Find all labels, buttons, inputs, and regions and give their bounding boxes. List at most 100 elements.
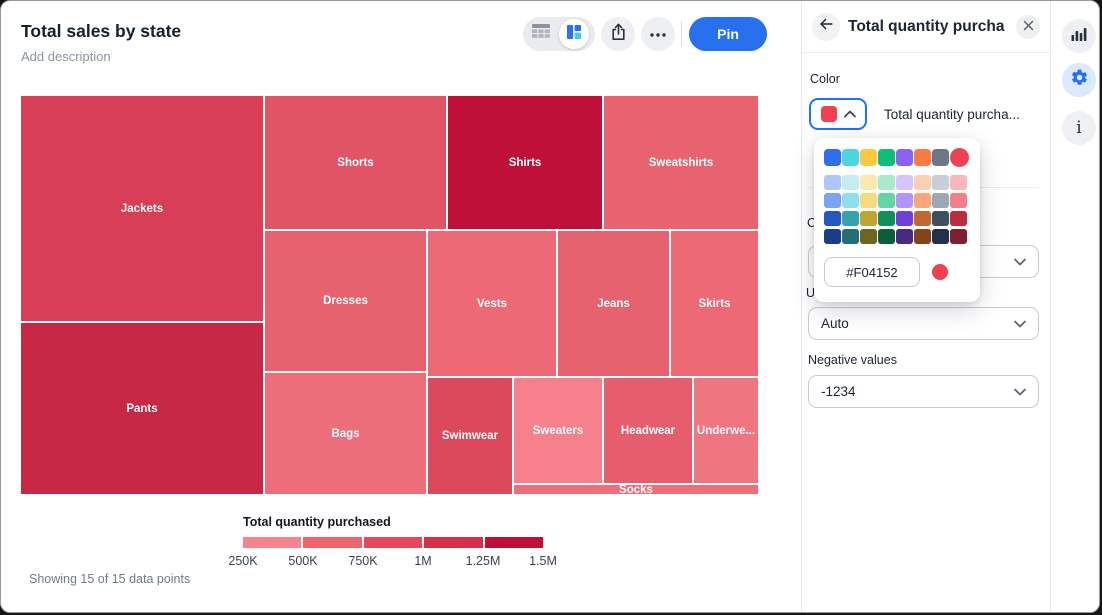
- palette-shade-swatch[interactable]: [914, 211, 931, 226]
- pin-button[interactable]: Pin: [689, 17, 767, 51]
- palette-swatch-selected[interactable]: [950, 148, 969, 167]
- palette-shade-swatch[interactable]: [842, 211, 859, 226]
- palette-shade-swatch[interactable]: [824, 175, 841, 190]
- negative-values-value: -1234: [821, 384, 856, 399]
- treemap-cell-shorts[interactable]: Shorts: [265, 96, 446, 229]
- treemap-cell-swimwear[interactable]: Swimwear: [428, 378, 512, 494]
- chart-config-button[interactable]: [1062, 19, 1096, 53]
- palette-shade-swatch[interactable]: [896, 193, 913, 208]
- back-button[interactable]: [812, 13, 840, 41]
- palette-swatch[interactable]: [842, 149, 859, 166]
- treemap-cell-underwe[interactable]: Underwe...: [694, 378, 758, 483]
- negative-values-dropdown[interactable]: -1234: [808, 375, 1039, 408]
- table-view-button[interactable]: [523, 17, 559, 51]
- chart-view-button[interactable]: [559, 19, 589, 49]
- treemap-cell-label: Swimwear: [442, 430, 498, 442]
- hex-color-input[interactable]: #F04152: [824, 257, 920, 287]
- palette-shade-swatch[interactable]: [860, 175, 877, 190]
- palette-shade-swatch[interactable]: [878, 229, 895, 244]
- treemap-cell-shirts[interactable]: Shirts: [448, 96, 602, 229]
- current-color-dot: [932, 264, 948, 280]
- hex-row: #F04152: [824, 257, 970, 287]
- palette-swatch[interactable]: [824, 149, 841, 166]
- treemap-cell-label: Vests: [477, 298, 507, 310]
- palette-shade-swatch[interactable]: [932, 229, 949, 244]
- palette-shade-swatch[interactable]: [824, 211, 841, 226]
- legend-gradient-segment: [303, 537, 361, 548]
- palette-swatch[interactable]: [878, 149, 895, 166]
- palette-shade-swatch[interactable]: [878, 211, 895, 226]
- palette-shade-swatch[interactable]: [842, 175, 859, 190]
- close-panel-button[interactable]: [1016, 15, 1040, 39]
- palette-shade-swatch[interactable]: [896, 175, 913, 190]
- treemap-cell-label: Socks: [619, 485, 653, 494]
- palette-shade-swatch[interactable]: [932, 193, 949, 208]
- selected-color-swatch: [821, 106, 837, 122]
- app-window: Total sales by state Add description: [0, 0, 1100, 613]
- palette-shade-swatch[interactable]: [842, 193, 859, 208]
- treemap-cell-jeans[interactable]: Jeans: [558, 231, 669, 376]
- palette-shade-swatch[interactable]: [914, 193, 931, 208]
- palette-shade-swatch[interactable]: [824, 229, 841, 244]
- palette-shade-swatch[interactable]: [914, 175, 931, 190]
- treemap-cell-label: Jeans: [597, 298, 630, 310]
- palette-shade-swatch[interactable]: [950, 211, 967, 226]
- close-icon: [1023, 18, 1034, 36]
- treemap-cell-dresses[interactable]: Dresses: [265, 231, 426, 371]
- treemap-cell-headwear[interactable]: Headwear: [604, 378, 692, 483]
- treemap-cell-socks[interactable]: Socks: [514, 485, 758, 494]
- treemap-cell-label: Sweatshirts: [649, 157, 714, 169]
- share-button[interactable]: [601, 17, 635, 51]
- table-icon: [532, 24, 550, 44]
- legend-gradient-bar: [243, 537, 543, 548]
- info-icon: i: [1076, 118, 1081, 138]
- palette-swatch[interactable]: [914, 149, 931, 166]
- palette-shade-swatch[interactable]: [932, 211, 949, 226]
- treemap-cell-label: Dresses: [323, 295, 368, 307]
- palette-shade-swatch[interactable]: [896, 229, 913, 244]
- palette-shade-swatch[interactable]: [950, 175, 967, 190]
- palette-shade-swatch[interactable]: [860, 229, 877, 244]
- treemap-cell-label: Jackets: [121, 203, 163, 215]
- palette-shade-swatch[interactable]: [914, 229, 931, 244]
- chart-area: Total sales by state Add description: [1, 1, 801, 613]
- back-arrow-icon: [818, 16, 834, 37]
- palette-shade-swatch[interactable]: [896, 211, 913, 226]
- treemap-cell-bags[interactable]: Bags: [265, 373, 426, 494]
- legend-gradient-segment: [364, 537, 422, 548]
- palette-shade-swatch[interactable]: [860, 211, 877, 226]
- treemap-cell-jackets[interactable]: Jackets: [21, 96, 263, 321]
- palette-shade-swatch[interactable]: [932, 175, 949, 190]
- page-title: Total sales by state: [21, 21, 181, 42]
- palette-shade-swatch[interactable]: [878, 175, 895, 190]
- palette-shade-swatch[interactable]: [950, 229, 967, 244]
- color-picker-toggle[interactable]: [809, 98, 867, 130]
- info-button[interactable]: i: [1062, 111, 1096, 145]
- treemap-cell-skirts[interactable]: Skirts: [671, 231, 758, 376]
- color-legend: Total quantity purchased 250K500K750K1M1…: [243, 515, 543, 569]
- treemap-cell-vests[interactable]: Vests: [428, 231, 556, 376]
- chart-view-icon: [566, 24, 582, 45]
- add-description-link[interactable]: Add description: [21, 49, 111, 64]
- palette-shade-swatch[interactable]: [842, 229, 859, 244]
- settings-button[interactable]: [1062, 63, 1096, 97]
- more-options-button[interactable]: [641, 17, 675, 51]
- treemap-cell-label: Shirts: [509, 157, 542, 169]
- unit-dropdown-value: Auto: [821, 316, 849, 331]
- legend-tick: 1.5M: [529, 554, 557, 568]
- palette-shades-grid: [824, 175, 970, 244]
- palette-swatch[interactable]: [896, 149, 913, 166]
- unit-dropdown[interactable]: Auto: [808, 307, 1039, 340]
- treemap-cell-sweaters[interactable]: Sweaters: [514, 378, 602, 483]
- palette-swatch[interactable]: [932, 149, 949, 166]
- palette-shade-swatch[interactable]: [860, 193, 877, 208]
- ellipsis-icon: [649, 25, 667, 43]
- palette-shade-swatch[interactable]: [878, 193, 895, 208]
- treemap-cell-sweatshirts[interactable]: Sweatshirts: [604, 96, 758, 229]
- treemap-cell-pants[interactable]: Pants: [21, 323, 263, 494]
- palette-shade-swatch[interactable]: [950, 193, 967, 208]
- palette-swatch[interactable]: [860, 149, 877, 166]
- legend-tick: 750K: [348, 554, 377, 568]
- palette-shade-swatch[interactable]: [824, 193, 841, 208]
- negative-values-label: Negative values: [808, 353, 897, 367]
